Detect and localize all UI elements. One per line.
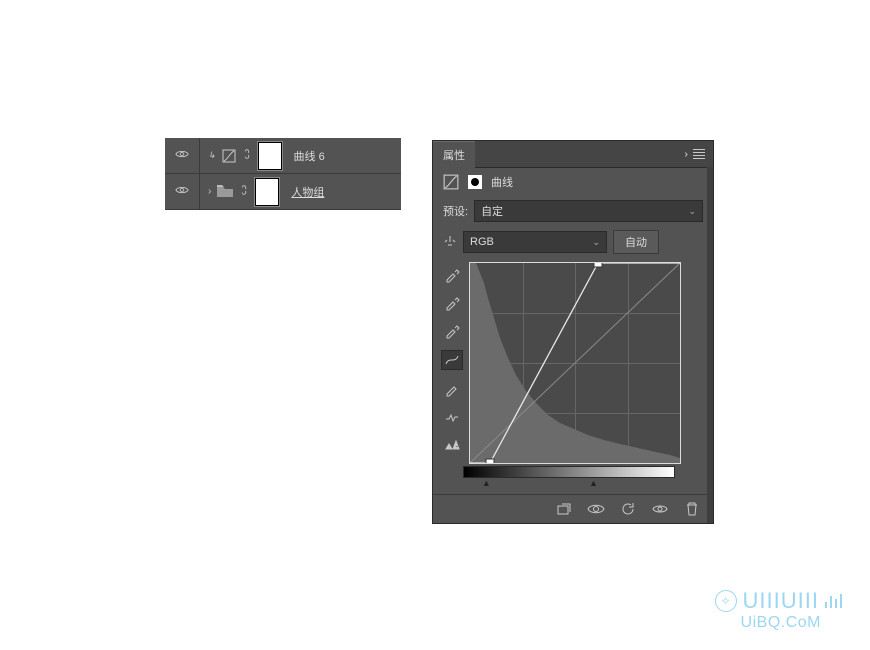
layer-mask-thumbnail[interactable]: [258, 142, 282, 170]
layer-visibility-toggle[interactable]: [165, 174, 200, 209]
auto-button-label: 自动: [625, 234, 647, 250]
chevron-down-icon: ⌄: [688, 206, 696, 217]
delete-adjustment-button[interactable]: [683, 501, 701, 517]
clip-to-layer-button[interactable]: [555, 501, 573, 517]
panel-collapse-button[interactable]: ››: [684, 149, 685, 160]
panel-menu-button[interactable]: [693, 149, 705, 159]
white-point-slider[interactable]: ▲: [589, 478, 598, 488]
toggle-visibility-button[interactable]: [651, 501, 669, 517]
layer-row-group[interactable]: › 人物组: [165, 174, 401, 210]
mask-mode-icon[interactable]: [467, 174, 483, 190]
input-gradient-strip[interactable]: [463, 466, 675, 478]
layer-visibility-toggle[interactable]: [165, 138, 200, 173]
properties-panel-header: 属性 ››: [433, 141, 713, 168]
panel-title: 属性: [443, 150, 465, 162]
adjustment-type-row: 曲线: [433, 168, 713, 196]
view-previous-state-button[interactable]: [587, 501, 605, 517]
layer-name[interactable]: 曲线 6: [294, 148, 325, 164]
preset-select[interactable]: 自定 ⌄: [474, 200, 703, 222]
curve-white-point-handle[interactable]: [593, 262, 602, 268]
menu-icon: [693, 149, 705, 159]
watermark: ✧ UIIIUIII UiBQ.CoM: [715, 588, 842, 632]
curve-graph[interactable]: [469, 262, 679, 462]
curves-tool-column: [439, 262, 465, 462]
folder-icon: [217, 185, 233, 199]
properties-footer: [433, 494, 713, 523]
curves-editor: [433, 258, 713, 464]
curve-grid: [469, 262, 681, 464]
eyedropper-black-tool[interactable]: [442, 266, 462, 284]
pencil-tool[interactable]: [442, 380, 462, 398]
channel-row: RGB ⌄ 自动: [433, 226, 713, 258]
channel-select[interactable]: RGB ⌄: [463, 231, 607, 253]
watermark-line2: UiBQ.CoM: [741, 614, 842, 632]
curve-line: [470, 263, 680, 463]
layers-panel: ↳ 曲线 6 › 人物组: [165, 138, 401, 210]
link-icon: [239, 184, 249, 199]
curves-adjustment-icon: [443, 174, 459, 190]
auto-button[interactable]: 自动: [613, 230, 659, 254]
watermark-line1: UIIIUIII: [743, 588, 819, 614]
layer-name[interactable]: 人物组: [291, 184, 324, 200]
layer-content: › 人物组: [200, 178, 324, 206]
clip-warning-toggle[interactable]: [442, 436, 462, 454]
properties-panel: 属性 ›› 曲线 预设: 自定 ⌄ RGB ⌄: [432, 140, 714, 524]
clip-indicator-icon: ↳: [208, 150, 216, 161]
eye-icon: [175, 185, 189, 198]
eyedropper-white-tool[interactable]: [442, 322, 462, 340]
channel-value: RGB: [470, 236, 494, 248]
layer-mask-thumbnail[interactable]: [255, 178, 279, 206]
preset-row: 预设: 自定 ⌄: [433, 196, 713, 226]
bars-icon: [825, 594, 842, 608]
chevron-down-icon: ⌄: [592, 237, 600, 248]
reset-button[interactable]: [619, 501, 637, 517]
smooth-tool[interactable]: [442, 408, 462, 426]
adjustment-type-label: 曲线: [491, 174, 513, 190]
curves-adjustment-icon: [222, 149, 236, 163]
preset-value: 自定: [481, 203, 503, 219]
panel-scrollbar[interactable]: [707, 167, 713, 523]
eye-icon: [175, 149, 189, 162]
black-point-slider[interactable]: ▲: [482, 478, 491, 488]
curve-point-tool[interactable]: [441, 350, 463, 370]
properties-tab[interactable]: 属性: [433, 141, 475, 168]
curve-black-point-handle[interactable]: [485, 459, 494, 465]
layer-content: ↳ 曲线 6: [200, 142, 325, 170]
eyedropper-gray-tool[interactable]: [442, 294, 462, 312]
preset-label: 预设:: [443, 203, 468, 219]
bulb-icon: ✧: [715, 590, 737, 612]
slider-handles: ▲ ▲: [463, 478, 673, 486]
link-icon: [242, 148, 252, 163]
targeted-adjustment-tool[interactable]: [443, 234, 457, 251]
layer-row-curves[interactable]: ↳ 曲线 6: [165, 138, 401, 174]
group-expand-toggle[interactable]: ›: [208, 186, 211, 197]
